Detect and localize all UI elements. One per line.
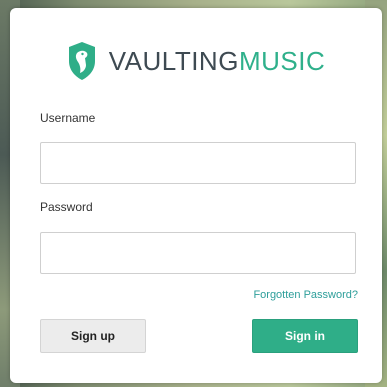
shield-bird-icon <box>68 42 95 80</box>
sign-up-label: Sign up <box>71 329 115 343</box>
brand-name-part1: VAULTING <box>108 45 239 76</box>
sign-in-button[interactable]: Sign in <box>252 319 358 353</box>
sign-in-label: Sign in <box>285 329 325 343</box>
username-input[interactable] <box>40 142 356 184</box>
brand-name-part2: MUSIC <box>238 45 326 76</box>
password-label: Password <box>40 200 93 214</box>
login-card: VAULTINGMUSIC Username Password Forgotte… <box>10 8 382 383</box>
sign-up-button[interactable]: Sign up <box>40 319 146 353</box>
forgot-password-link[interactable]: Forgotten Password? <box>253 289 358 301</box>
username-label: Username <box>40 111 96 125</box>
brand-header: VAULTINGMUSIC <box>10 38 382 84</box>
password-input[interactable] <box>40 232 356 274</box>
brand-name: VAULTINGMUSIC <box>109 46 325 77</box>
